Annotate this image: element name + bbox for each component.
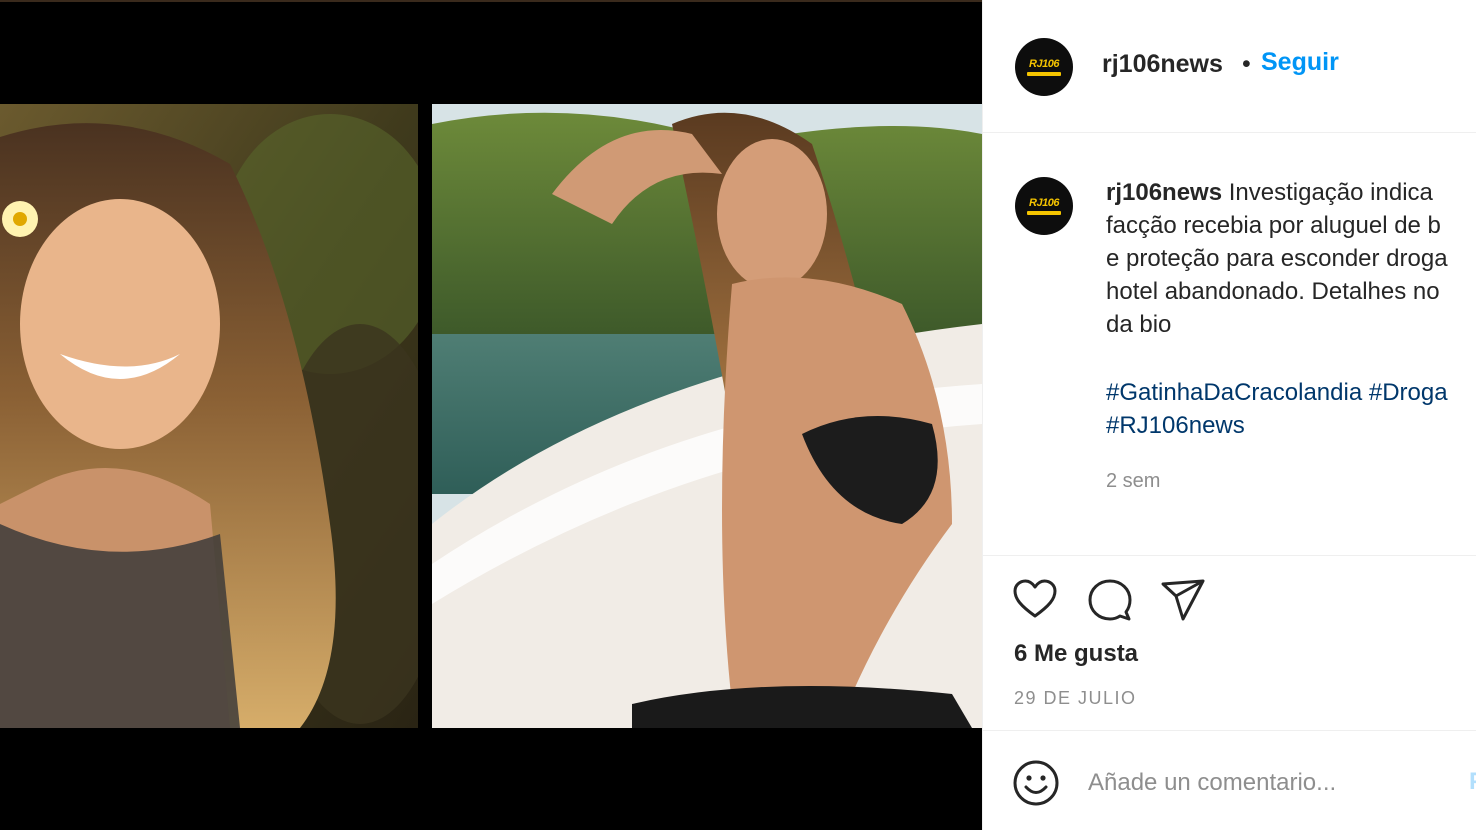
divider xyxy=(983,730,1476,731)
photo-left-portrait xyxy=(0,104,418,728)
post-side-panel: RJ106 rj106news • Seguir RJ106 rj106news… xyxy=(982,0,1476,830)
post-caption: rj106news Investigação indica facção rec… xyxy=(1106,176,1476,341)
caption-logo-text: RJ106 xyxy=(1029,196,1059,209)
post-time-ago[interactable]: 2 sem xyxy=(1106,470,1160,493)
caption-text-5: da bio xyxy=(1106,311,1172,338)
smiley-icon xyxy=(1013,760,1059,806)
likes-count[interactable]: 6 Me gusta xyxy=(1014,640,1138,668)
caption-text-3: e proteção para esconder droga xyxy=(1106,245,1448,272)
share-button[interactable] xyxy=(1159,576,1207,624)
caption-text-4: hotel abandonado. Detalhes no xyxy=(1106,278,1440,305)
media-top-edge xyxy=(0,0,982,2)
account-logo-text: RJ106 xyxy=(1029,57,1059,70)
photo-right-boat xyxy=(432,104,982,728)
heart-icon xyxy=(1013,579,1057,618)
post-header: RJ106 rj106news • Seguir xyxy=(983,0,1476,133)
account-avatar[interactable]: RJ106 xyxy=(1015,38,1073,96)
comment-bubble-icon xyxy=(1088,579,1132,621)
divider xyxy=(983,555,1476,556)
paper-plane-icon xyxy=(1161,579,1205,621)
hashtag-link[interactable]: #Droga xyxy=(1369,379,1448,406)
post-media[interactable] xyxy=(0,0,982,830)
like-button[interactable] xyxy=(1011,576,1059,624)
caption-text-1: Investigação indica xyxy=(1228,179,1433,206)
hashtag-link[interactable]: #GatinhaDaCracolandia xyxy=(1106,379,1362,406)
header-username[interactable]: rj106news xyxy=(1102,50,1223,79)
account-logo-bar xyxy=(1027,71,1061,76)
caption-line-1: rj106news Investigação indica xyxy=(1106,176,1476,209)
comment-input[interactable] xyxy=(1088,764,1428,802)
caption-hashtags: #GatinhaDaCracolandia #Droga #RJ106news xyxy=(1106,376,1476,442)
caption-username[interactable]: rj106news xyxy=(1106,179,1222,206)
follow-button[interactable]: Seguir xyxy=(1261,48,1339,77)
caption-text-2: facção recebia por aluguel de b xyxy=(1106,212,1441,239)
post-date: 29 DE JULIO xyxy=(1014,688,1137,708)
publish-button[interactable]: P xyxy=(1469,768,1476,796)
comment-button[interactable] xyxy=(1085,576,1133,624)
hashtag-link[interactable]: #RJ106news xyxy=(1106,412,1245,439)
caption-logo-bar xyxy=(1027,210,1061,215)
caption-avatar[interactable]: RJ106 xyxy=(1015,177,1073,235)
separator-dot: • xyxy=(1242,50,1251,78)
emoji-button[interactable] xyxy=(1011,758,1061,808)
